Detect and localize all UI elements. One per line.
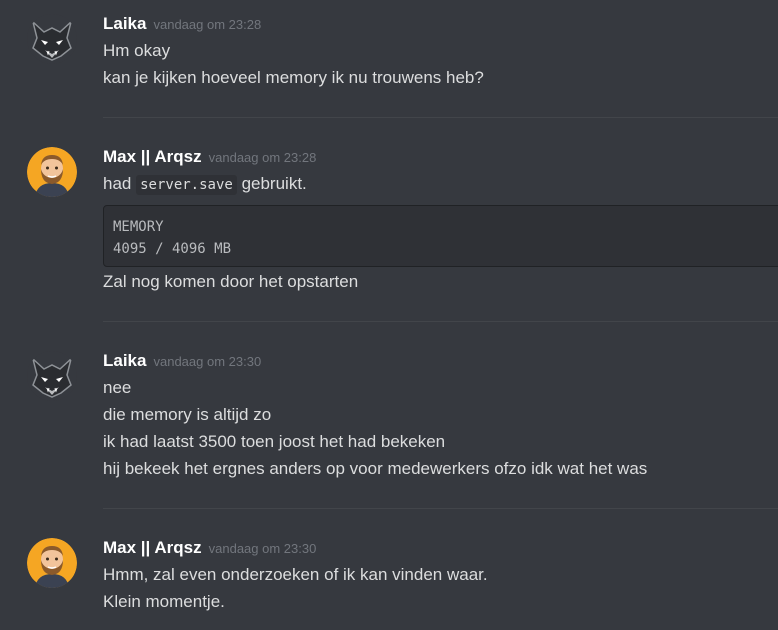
inline-code: server.save (136, 175, 237, 195)
message-text: Zal nog komen door het opstarten (103, 272, 359, 291)
timestamp: vandaag om 23:28 (208, 150, 317, 165)
message-text: ik had laatst 3500 toen joost het had be… (103, 432, 446, 451)
message-text-part: had (103, 174, 132, 193)
username[interactable]: Laika (103, 351, 146, 371)
bearded-man-avatar-icon[interactable] (27, 147, 77, 197)
message-text: die memory is altijd zo (103, 405, 272, 424)
message-text-part: gebruikt. (241, 174, 307, 193)
message-text: had server.save gebruikt. (103, 173, 307, 196)
timestamp: vandaag om 23:28 (153, 17, 262, 32)
message-text: Hmm, zal even onderzoeken of ik kan vind… (103, 565, 488, 584)
message-divider (103, 321, 778, 322)
message-text: Hm okay (103, 41, 171, 60)
message-text: nee (103, 378, 132, 397)
code-line: MEMORY (113, 219, 164, 235)
timestamp: vandaag om 23:30 (208, 541, 317, 556)
username[interactable]: Max || Arqsz (103, 538, 202, 558)
message-divider (103, 117, 778, 118)
code-line: 4095 / 4096 MB (113, 241, 232, 257)
message-text: kan je kijken hoeveel memory ik nu trouw… (103, 68, 484, 87)
message-text: Klein momentje. (103, 592, 225, 611)
code-block: MEMORY 4095 / 4096 MB (103, 205, 778, 267)
bearded-man-avatar-icon[interactable] (27, 538, 77, 588)
username[interactable]: Max || Arqsz (103, 147, 202, 167)
wolf-avatar-icon[interactable] (27, 351, 77, 401)
username[interactable]: Laika (103, 14, 146, 34)
timestamp: vandaag om 23:30 (153, 354, 262, 369)
wolf-avatar-icon[interactable] (27, 14, 77, 64)
message-text: hij bekeek het ergnes anders op voor med… (103, 459, 648, 478)
message-divider (103, 508, 778, 509)
